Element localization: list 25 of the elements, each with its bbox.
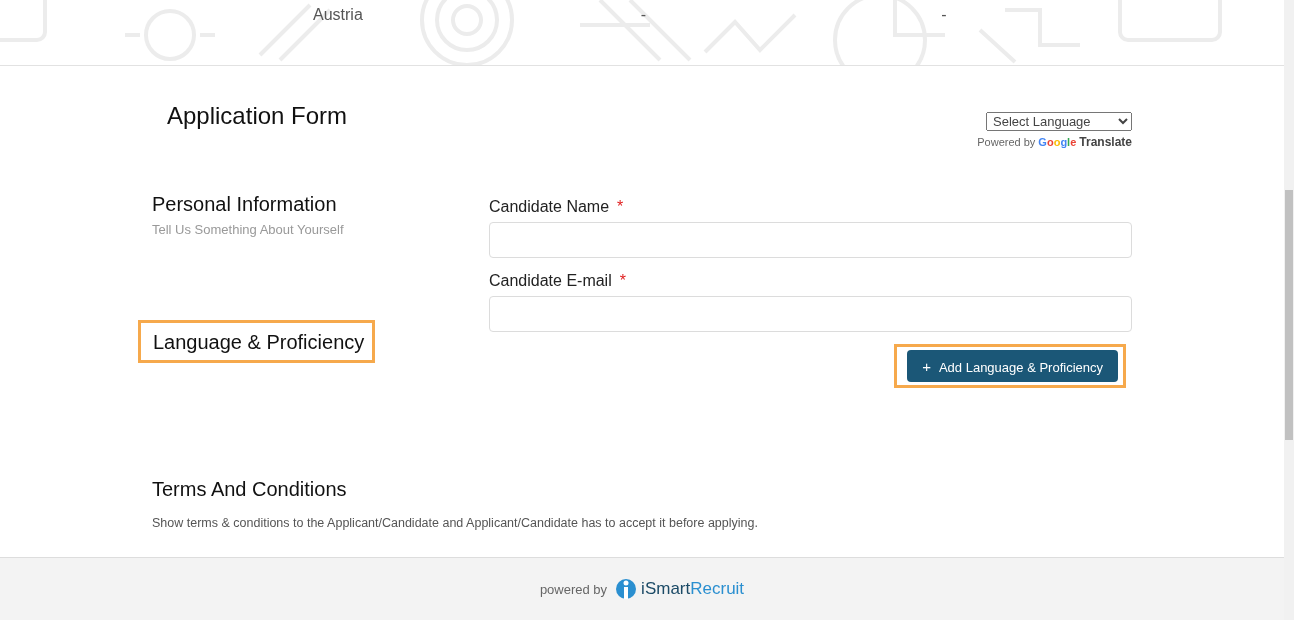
scrollbar[interactable] <box>1284 0 1294 620</box>
scrollbar-thumb[interactable] <box>1285 190 1293 440</box>
section-subtitle: Tell Us Something About Yourself <box>152 222 345 237</box>
add-language-button[interactable]: + Add Language & Proficiency <box>907 350 1118 382</box>
section-title: Personal Information <box>152 193 337 216</box>
required-mark: * <box>619 272 626 290</box>
table-cell: Austria <box>313 6 363 24</box>
google-logo: Google <box>1038 136 1077 148</box>
brand-name: iSmartRecruit <box>641 579 745 599</box>
powered-by-text: powered by <box>539 581 608 597</box>
section-title: Terms And Conditions <box>152 478 347 501</box>
section-title: Language & Proficiency <box>138 320 376 363</box>
brand-logo-icon <box>615 578 638 600</box>
field-label: Candidate E-mail <box>489 272 612 290</box>
field-label: Candidate Name <box>489 198 610 216</box>
language-select[interactable]: Select Language <box>986 112 1132 131</box>
table-cell: - <box>640 6 647 24</box>
input-field[interactable] <box>489 296 1132 332</box>
translate-text: Translate <box>1079 135 1132 149</box>
terms-text: Show terms & conditions to the Applicant/Candidate and Applicant/Candidate has to accept it before applying. <box>152 516 759 530</box>
table-cell: - <box>941 6 947 24</box>
input-field[interactable] <box>489 222 1132 258</box>
required-mark: * <box>617 198 624 216</box>
form-title: Application Form <box>167 102 348 131</box>
powered-by-text: Powered by <box>977 136 1036 148</box>
